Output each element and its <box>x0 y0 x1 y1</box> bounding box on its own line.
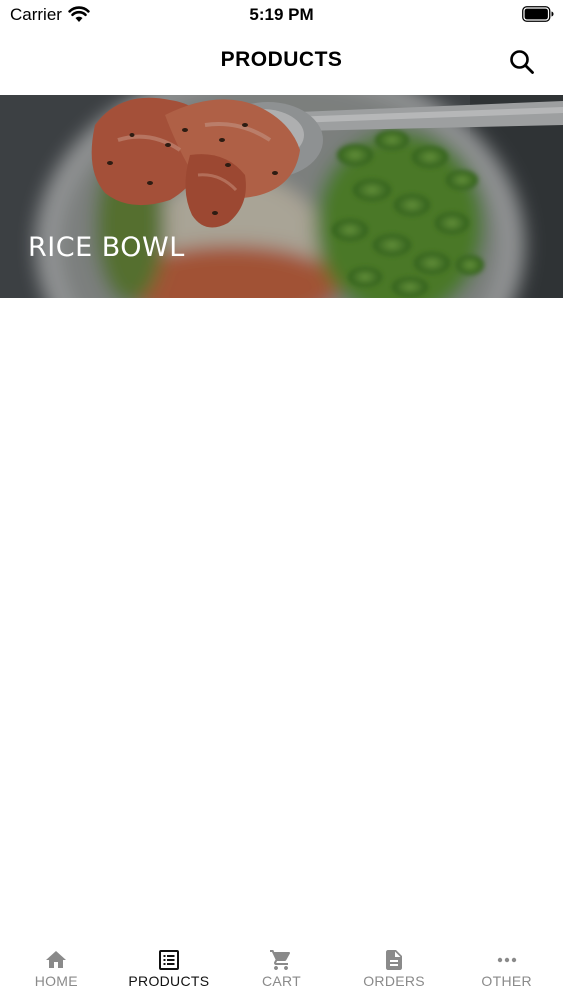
tab-label: CART <box>261 973 302 989</box>
tab-orders[interactable]: ORDERS <box>338 940 451 1000</box>
list-icon <box>158 950 179 970</box>
more-icon <box>497 957 516 963</box>
navigation-bar: PRODUCTS <box>0 30 563 95</box>
tab-cart[interactable]: CART <box>225 940 338 1000</box>
search-icon <box>510 50 534 74</box>
tab-label: PRODUCTS <box>128 973 210 989</box>
rice-bowl-photo <box>0 95 563 298</box>
home-icon <box>46 951 67 968</box>
screen: Carrier 5:19 PM PRODUCTS RICE BOWL HOME … <box>0 0 563 1000</box>
tab-label: ORDERS <box>363 973 425 989</box>
category-title: RICE BOWL <box>28 232 185 263</box>
cart-icon <box>270 950 291 970</box>
search-button[interactable] <box>506 46 538 78</box>
tab-bar: HOME PRODUCTS CART ORDERS OTHER <box>0 940 563 1000</box>
tab-other[interactable]: OTHER <box>450 940 563 1000</box>
battery-icon <box>522 6 554 22</box>
document-icon <box>386 950 403 970</box>
tab-label: HOME <box>34 973 78 989</box>
page-title: PRODUCTS <box>220 48 343 71</box>
tab-products[interactable]: PRODUCTS <box>113 940 226 1000</box>
category-card-rice-bowl[interactable]: RICE BOWL <box>0 95 563 298</box>
status-time: 5:19 PM <box>249 5 314 24</box>
tab-home[interactable]: HOME <box>0 940 113 1000</box>
tab-label: OTHER <box>481 973 532 989</box>
status-bar: Carrier 5:19 PM <box>0 0 563 30</box>
